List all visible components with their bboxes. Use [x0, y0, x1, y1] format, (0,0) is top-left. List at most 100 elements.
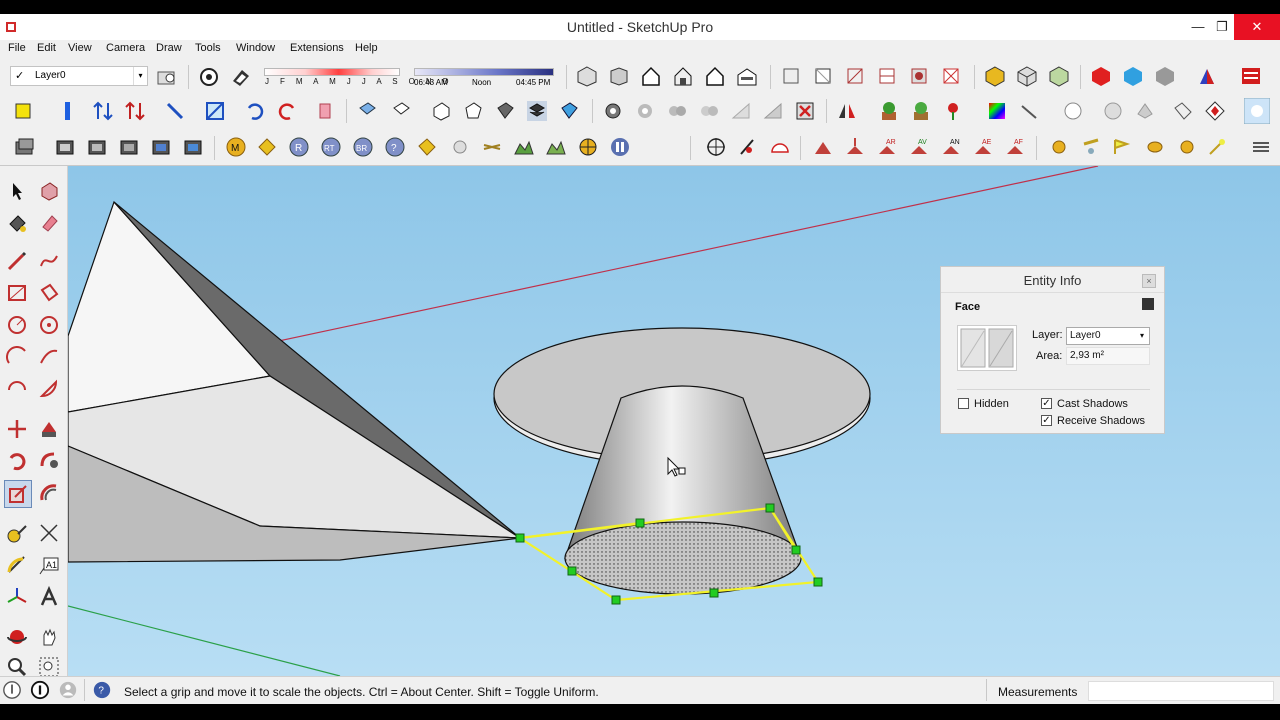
move-icon[interactable]	[6, 418, 28, 440]
dimension-icon[interactable]	[38, 522, 60, 544]
menu-camera[interactable]: Camera	[106, 42, 145, 54]
folder-save-icon[interactable]	[182, 136, 204, 158]
gears-icon[interactable]	[602, 100, 624, 122]
ae-icon[interactable]: AE	[972, 136, 994, 158]
folder-3-icon[interactable]	[118, 136, 140, 158]
af-icon[interactable]: AF	[1004, 136, 1026, 158]
section-plane-icon[interactable]	[390, 100, 412, 122]
extension-gray-icon[interactable]	[1154, 65, 1176, 87]
circle-gold-icon[interactable]	[1176, 136, 1198, 158]
circle-tool-icon[interactable]	[6, 314, 28, 336]
stack-layers-icon[interactable]	[526, 100, 548, 122]
hidden-checkbox[interactable]	[958, 398, 969, 409]
shadow-month-slider[interactable]: J F M A M J J A S O N D	[264, 68, 448, 88]
entity-info-close-button[interactable]: ×	[1142, 274, 1156, 288]
gear-gray-icon[interactable]	[634, 100, 656, 122]
arrows-red-icon[interactable]	[124, 100, 146, 122]
folder-blue-icon[interactable]	[150, 136, 172, 158]
section-gray-icon[interactable]	[762, 100, 784, 122]
solid-cube-icon[interactable]	[430, 100, 452, 122]
gold-tag-icon[interactable]	[416, 136, 438, 158]
mirror-icon[interactable]	[836, 100, 858, 122]
crosshair-icon[interactable]	[705, 136, 727, 158]
extension-manager-icon[interactable]	[1240, 65, 1262, 87]
component-gold-icon[interactable]	[984, 65, 1006, 87]
measure-gray-icon[interactable]	[1018, 100, 1040, 122]
rotate-blue-icon[interactable]	[244, 100, 266, 122]
house-arrow-icon[interactable]	[812, 136, 834, 158]
menu-lines-icon[interactable]	[1250, 136, 1272, 158]
plant-red-icon[interactable]	[878, 100, 900, 122]
line-pencil-icon[interactable]	[6, 250, 28, 272]
warehouse-red-icon[interactable]	[1090, 65, 1112, 87]
oval-gold-icon[interactable]	[1144, 136, 1166, 158]
freehand-icon[interactable]	[38, 250, 60, 272]
m-button-icon[interactable]: M	[225, 136, 247, 158]
entity-layer-dropdown[interactable]: Layer0 ▾	[1066, 327, 1150, 345]
scale-tool-icon[interactable]	[7, 483, 29, 505]
make-component-icon[interactable]	[38, 180, 60, 202]
shadow-settings-icon[interactable]	[198, 66, 220, 88]
paint-bucket-icon[interactable]	[6, 212, 28, 234]
xray-icon[interactable]	[780, 65, 802, 87]
hidden-line-icon[interactable]	[876, 65, 898, 87]
terrain-2-icon[interactable]	[545, 136, 567, 158]
components-stack-icon[interactable]	[14, 136, 36, 158]
arc-icon[interactable]	[6, 346, 28, 368]
eraser-icon[interactable]	[38, 212, 60, 234]
shadow-time-slider[interactable]: 06:43 AM Noon 04:45 PM	[414, 68, 554, 88]
pause-blue-icon[interactable]	[609, 136, 631, 158]
gears-light-icon[interactable]	[698, 100, 720, 122]
warehouse-blue-icon[interactable]	[1122, 65, 1144, 87]
follow-me-icon[interactable]	[38, 450, 60, 472]
close-button[interactable]: ✕	[1234, 14, 1280, 40]
top-view-icon[interactable]	[608, 65, 630, 87]
zoom-icon[interactable]	[6, 656, 28, 678]
two-point-arc-icon[interactable]	[38, 346, 60, 368]
layout-icon[interactable]	[1196, 65, 1218, 87]
3d-text-icon[interactable]	[38, 586, 60, 608]
user-account-icon[interactable]	[58, 680, 78, 700]
shape-gray-icon[interactable]	[1134, 100, 1156, 122]
orbit-icon[interactable]	[6, 626, 28, 648]
terrain-1-icon[interactable]	[513, 136, 535, 158]
left-view-icon[interactable]	[736, 65, 758, 87]
pie-icon[interactable]	[38, 378, 60, 400]
measurements-input[interactable]	[1088, 681, 1274, 701]
sphere-light-icon[interactable]	[449, 136, 471, 158]
section-fill-icon[interactable]	[558, 100, 580, 122]
menu-extensions[interactable]: Extensions	[290, 42, 344, 54]
folder-2-icon[interactable]	[86, 136, 108, 158]
ar-icon[interactable]: AR	[876, 136, 898, 158]
back-edges-icon[interactable]	[812, 65, 834, 87]
protractor-icon[interactable]	[6, 554, 28, 576]
receive-shadows-checkbox[interactable]: ✓	[1041, 415, 1052, 426]
tools-crossed-icon[interactable]	[481, 136, 503, 158]
select-arrow-icon[interactable]	[6, 180, 28, 202]
protractor-red-icon[interactable]	[769, 136, 791, 158]
push-pull-icon[interactable]	[38, 418, 60, 440]
right-view-icon[interactable]	[672, 65, 694, 87]
eraser-pink-icon[interactable]	[314, 100, 336, 122]
rectangle-icon[interactable]	[6, 282, 28, 304]
text-tool-icon[interactable]: A1	[38, 554, 60, 576]
cloud-active-icon[interactable]	[1244, 98, 1270, 124]
material-swatch[interactable]	[957, 325, 1017, 371]
house-down-icon[interactable]	[844, 136, 866, 158]
menu-window[interactable]: Window	[236, 42, 275, 54]
select-face-icon[interactable]	[12, 100, 34, 122]
component-cube-icon[interactable]	[1016, 65, 1038, 87]
shaded-icon[interactable]	[908, 65, 930, 87]
menu-draw[interactable]: Draw	[156, 42, 182, 54]
section-disabled-icon[interactable]	[730, 100, 752, 122]
br-button-icon[interactable]: BR	[352, 136, 374, 158]
diamond-red-icon[interactable]	[1204, 100, 1226, 122]
layer-dropdown[interactable]: ✓ Layer0 ▾	[10, 66, 148, 86]
folder-1-icon[interactable]	[54, 136, 76, 158]
r-button-icon[interactable]: R	[288, 136, 310, 158]
shaded-face-icon[interactable]	[494, 100, 516, 122]
axis-blue-icon[interactable]	[56, 100, 78, 122]
entity-info-header[interactable]: Entity Info ×	[941, 267, 1164, 293]
layer-manager-icon[interactable]	[155, 66, 177, 88]
target-gold-icon[interactable]	[577, 136, 599, 158]
